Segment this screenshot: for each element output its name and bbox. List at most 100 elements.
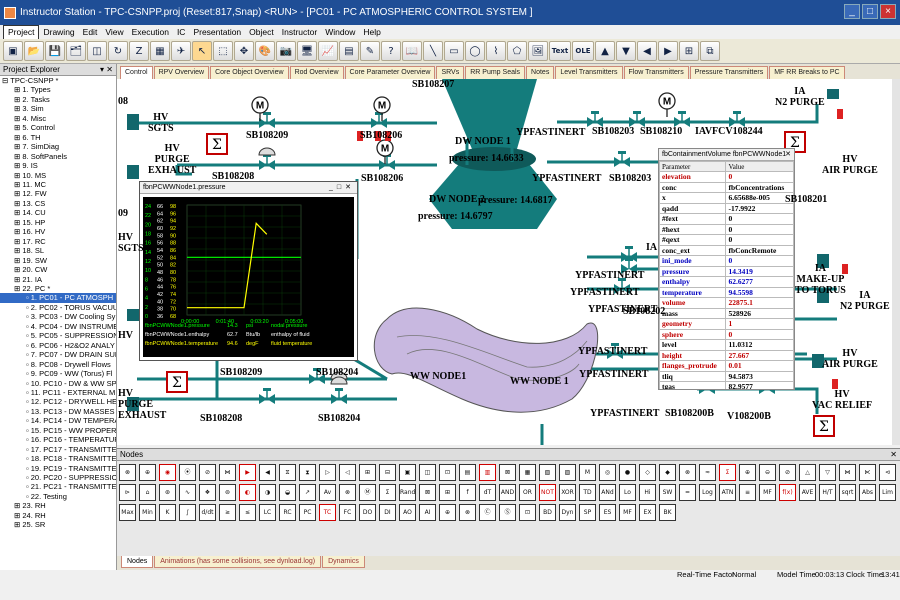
diagram-label-sb108209b[interactable]: SB108209 (220, 367, 262, 378)
menu-presentation[interactable]: Presentation (189, 26, 245, 39)
help-icon[interactable]: ? (381, 41, 401, 61)
menu-edit[interactable]: Edit (79, 26, 102, 39)
color-icon[interactable]: 🎨 (255, 41, 275, 61)
align-icon[interactable]: ⊞ (679, 41, 699, 61)
node-palette-button[interactable]: AI (419, 504, 436, 521)
tree-item[interactable]: ▫ 9. PC09 - WW (Torus) Fl (0, 369, 116, 378)
tab-srvs[interactable]: SRVs (436, 66, 465, 79)
node-palette-button[interactable]: Ⓒ (479, 504, 496, 521)
tree-item[interactable]: ▫ 7. PC07 - DW DRAIN SUN (0, 350, 116, 359)
node-palette-button[interactable]: SP (579, 504, 596, 521)
node-palette-button[interactable]: Rand (399, 484, 416, 501)
menu-instructor[interactable]: Instructor (278, 26, 321, 39)
node-palette-button[interactable]: ⊚ (219, 484, 236, 501)
valve-icon[interactable] (614, 151, 630, 167)
valve-icon[interactable] (259, 112, 275, 128)
node-palette-button[interactable]: ◁ (339, 464, 356, 481)
diagram-label-hv-sgts[interactable]: HV SGTS (148, 112, 174, 134)
node-palette-button[interactable]: Min (139, 504, 156, 521)
front-icon[interactable]: ⧉ (700, 41, 720, 61)
pan-icon[interactable]: ✥ (234, 41, 254, 61)
node-palette-button[interactable]: △ (799, 464, 816, 481)
tab-control[interactable]: Control (120, 66, 153, 79)
tab-rod-overview[interactable]: Rod Overview (289, 66, 344, 79)
tree-item[interactable]: ▫ 5. PC05 - SUPPRESSION (0, 331, 116, 340)
polyline-icon[interactable]: ⌇ (486, 41, 506, 61)
node-palette-button[interactable]: XOR (559, 484, 576, 501)
node-palette-button[interactable]: ⦿ (179, 464, 196, 481)
tree-expander-icon[interactable]: ⊟ (2, 76, 10, 85)
property-row[interactable]: enthalpy 62.6277 (659, 276, 794, 288)
node-palette-button[interactable]: Log (699, 484, 716, 501)
node-palette-button[interactable]: ▶ (239, 464, 256, 481)
node-palette-button[interactable]: AVE (799, 484, 816, 501)
bottom-tab-animations[interactable]: Animations (has some collisions, see dyn… (154, 556, 322, 568)
diagram-label-ia-n2-purge2[interactable]: IA N2 PURGE (840, 290, 890, 312)
node-palette-button[interactable]: ⊗ (119, 464, 136, 481)
node-palette-button[interactable]: ⊘ (779, 464, 796, 481)
trend-window-controls[interactable]: _□✕ (329, 182, 355, 193)
close-icon[interactable]: ✕ (785, 149, 791, 160)
node-palette-button[interactable]: PC (299, 504, 316, 521)
tree-item[interactable]: ▫ 22. Testing (0, 492, 116, 501)
node-palette-button[interactable]: RC (279, 504, 296, 521)
diagram-label-sb108206b[interactable]: SB108206 (361, 173, 403, 184)
property-row[interactable]: height 27.667 (659, 349, 794, 361)
property-row[interactable]: qadd -17.9922 (659, 202, 794, 214)
node-palette-button[interactable]: Abs (859, 484, 876, 501)
line-icon[interactable]: ╲ (423, 41, 443, 61)
new-icon[interactable]: ▣ (3, 41, 23, 61)
node-palette-button[interactable]: ⋈ (839, 464, 856, 481)
property-row[interactable]: #hext 0 (659, 223, 794, 235)
tree-item[interactable]: ⊞ 17. RC (0, 237, 116, 246)
tab-core-object-overview[interactable]: Core Object Overview (210, 66, 289, 79)
tree-item[interactable]: ▫ 1. PC01 - PC ATMOSPH (0, 293, 116, 303)
diagram-label-ypf4[interactable]: YPFASTINERT (570, 287, 639, 298)
tree-item[interactable]: ⊞ 21. IA (0, 275, 116, 284)
node-palette-button[interactable]: M (579, 464, 596, 481)
node-palette-button[interactable]: ◇ (639, 464, 656, 481)
property-row[interactable]: volume 22875.1 (659, 297, 794, 309)
tree-item[interactable]: ⊞ 6. TH (0, 133, 116, 142)
tree-item[interactable]: ⊞ 1. Types (0, 85, 116, 94)
diagram-label-hv-sgts2[interactable]: HV SGTS (118, 232, 144, 254)
ellipse-icon[interactable]: ◯ (465, 41, 485, 61)
diagram-label-pressure1[interactable]: pressure: 14.6633 (449, 153, 524, 164)
node-palette-button[interactable]: ⊛ (159, 484, 176, 501)
property-row[interactable]: tliq 94.5873 (659, 370, 794, 382)
node-palette-button[interactable]: ⊕ (439, 504, 456, 521)
node-palette-button[interactable]: ◐ (239, 484, 256, 501)
tree-item[interactable]: ⊞ 11. MC (0, 180, 116, 189)
node-palette-button[interactable]: AO (399, 504, 416, 521)
diagram-label-ypf3[interactable]: YPFASTINERT (575, 270, 644, 281)
node-palette-button[interactable]: TC (319, 504, 336, 521)
tree-item[interactable]: ▫ 19. PC19 - TRANSMITTE (0, 464, 116, 473)
diagram-label-pressure2[interactable]: pressure: 14.6817 (478, 195, 553, 206)
trend-window[interactable]: fbnPCWWNode1.pressure _□✕ 24 22 20 18 16 14 12… (139, 181, 358, 361)
tree-item[interactable]: ⊞ 10. MS (0, 171, 116, 180)
node-palette-button[interactable]: ◫ (419, 464, 436, 481)
tab-flow-transmitters[interactable]: Flow Transmitters (623, 66, 689, 79)
node-palette-button[interactable]: Lim (879, 484, 896, 501)
valve-icon[interactable] (259, 154, 275, 170)
select-icon[interactable]: ⬚ (213, 41, 233, 61)
node-palette-button[interactable]: ES (599, 504, 616, 521)
book-icon[interactable]: 📖 (402, 41, 422, 61)
node-palette-button[interactable]: TD (579, 484, 596, 501)
node-palette-button[interactable]: Hi (639, 484, 656, 501)
node-palette-button[interactable]: = (679, 484, 696, 501)
tree-item[interactable]: ▫ 11. PC11 - EXTERNAL M (0, 388, 116, 397)
node-palette-button[interactable]: f (459, 484, 476, 501)
save-icon[interactable]: 💾 (45, 41, 65, 61)
node-palette-button[interactable]: ⊞ (359, 464, 376, 481)
tree-item[interactable]: ▫ 8. PC08 - Drywell Flows (0, 360, 116, 369)
property-row[interactable]: mass 528926 (659, 307, 794, 319)
node-palette-button[interactable]: ≤ (239, 504, 256, 521)
property-row[interactable]: #qext 0 (659, 234, 794, 246)
menu-ic[interactable]: IC (173, 26, 190, 39)
arrow-up-icon[interactable]: ▲ (595, 41, 615, 61)
node-palette-button[interactable]: ◉ (159, 464, 176, 481)
tree-item[interactable]: ⊞ 15. HP (0, 218, 116, 227)
monitor-icon[interactable]: 🖥 (297, 41, 317, 61)
diagram-label-d09[interactable]: 09 (118, 208, 128, 219)
